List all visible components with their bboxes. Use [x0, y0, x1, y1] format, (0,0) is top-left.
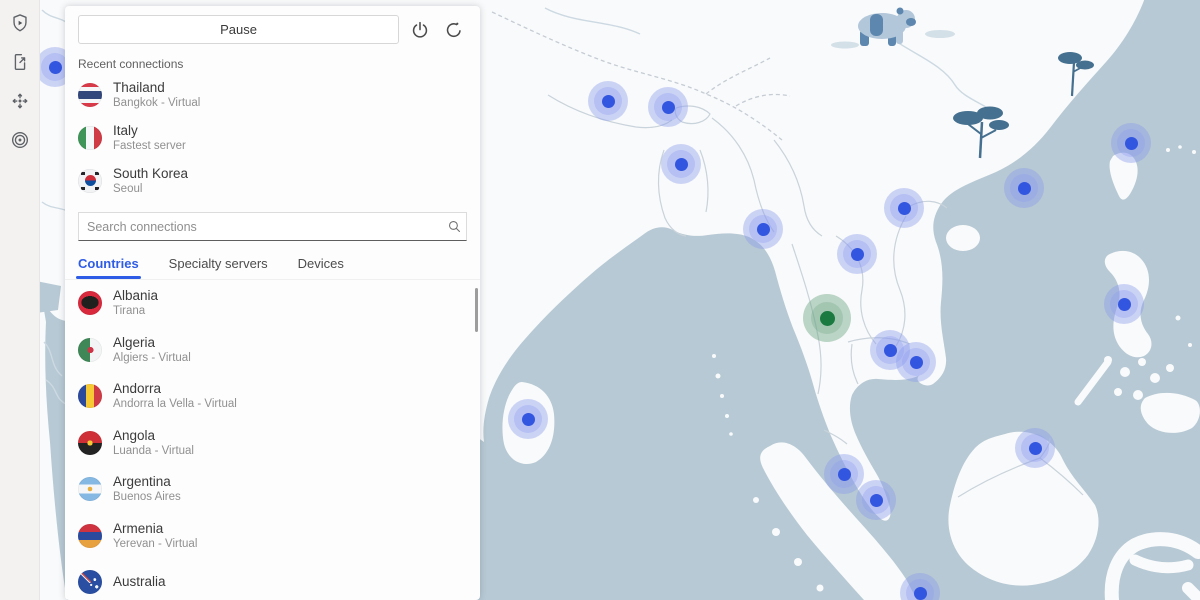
it-flag-icon [78, 126, 102, 150]
marker-dot [820, 311, 835, 326]
search-input[interactable] [79, 220, 442, 234]
al-flag-icon [78, 291, 102, 315]
country-name: Argentina [113, 474, 181, 490]
server-detail: Tirana [113, 304, 158, 318]
country-item-argentina[interactable]: ArgentinaBuenos Aires [65, 466, 480, 513]
country-name: South Korea [113, 166, 188, 182]
marker-dot [914, 587, 927, 600]
trigram-mark [95, 172, 99, 175]
country-item-armenia[interactable]: ArmeniaYerevan - Virtual [65, 513, 480, 560]
scrollbar-thumb[interactable] [475, 288, 478, 332]
country-name: Australia [113, 574, 166, 590]
meshnet-icon[interactable] [5, 86, 35, 116]
server-detail: Yerevan - Virtual [113, 537, 197, 551]
marker-dot [757, 223, 770, 236]
server-detail: Andorra la Vella - Virtual [113, 397, 237, 411]
marker-dot [49, 61, 62, 74]
country-name: Albania [113, 288, 158, 304]
trigram-mark [81, 172, 85, 175]
country-item-angola[interactable]: AngolaLuanda - Virtual [65, 420, 480, 467]
search-icon [442, 218, 466, 235]
pause-button[interactable]: Pause [78, 15, 399, 44]
taegeuk-symbol [85, 175, 96, 186]
country-name: Andorra [113, 381, 237, 397]
marker-dot [662, 101, 675, 114]
th-flag-icon [78, 83, 102, 107]
marker-dot [1118, 298, 1131, 311]
marker-dot [898, 202, 911, 215]
server-detail: Algiers - Virtual [113, 351, 191, 365]
ao-flag-icon [78, 431, 102, 455]
dz-flag-icon [78, 338, 102, 362]
nordvpn-window: Pause Recent connections ThailandBangkok… [0, 0, 1200, 600]
search-box [78, 212, 467, 241]
country-item-albania[interactable]: AlbaniaTirana [65, 280, 480, 327]
marker-dot [675, 158, 688, 171]
vpn-shield-icon[interactable] [5, 8, 35, 38]
marker-dot [522, 413, 535, 426]
server-detail: Seoul [113, 182, 188, 196]
country-name: Algeria [113, 335, 191, 351]
server-detail: Fastest server [113, 139, 186, 153]
refresh-icon[interactable] [441, 17, 467, 43]
ad-flag-icon [78, 384, 102, 408]
country-name: Angola [113, 428, 194, 444]
marker-dot [838, 468, 851, 481]
country-name: Thailand [113, 80, 200, 96]
map-hainan [946, 225, 980, 251]
server-detail: Luanda - Virtual [113, 444, 194, 458]
country-list: AlbaniaTiranaAlgeriaAlgiers - VirtualAnd… [65, 280, 480, 600]
marker-dot [851, 248, 864, 261]
marker-dot [1125, 137, 1138, 150]
marker-dot [602, 95, 615, 108]
trigram-mark [81, 187, 85, 190]
recent-connection-thailand[interactable]: ThailandBangkok - Virtual [65, 73, 480, 116]
panel-top-row: Pause [65, 6, 480, 44]
am-flag-icon [78, 524, 102, 548]
marker-dot [870, 494, 883, 507]
country-item-australia[interactable]: Australia [65, 559, 480, 600]
tab-countries[interactable]: Countries [78, 256, 139, 279]
country-name: Italy [113, 123, 186, 139]
marker-dot [1029, 442, 1042, 455]
file-share-icon[interactable] [5, 47, 35, 77]
server-detail: Bangkok - Virtual [113, 96, 200, 110]
dedicated-ip-icon[interactable] [5, 125, 35, 155]
recent-connections-title: Recent connections [78, 57, 467, 71]
country-item-algeria[interactable]: AlgeriaAlgiers - Virtual [65, 327, 480, 374]
power-icon[interactable] [407, 17, 433, 43]
country-item-andorra[interactable]: AndorraAndorra la Vella - Virtual [65, 373, 480, 420]
tab-specialty-servers[interactable]: Specialty servers [169, 256, 268, 279]
tab-devices[interactable]: Devices [298, 256, 344, 279]
marker-dot [1018, 182, 1031, 195]
server-detail: Buenos Aires [113, 490, 181, 504]
left-icon-rail [0, 0, 40, 600]
marker-dot [884, 344, 897, 357]
marker-dot [910, 356, 923, 369]
trigram-mark [95, 187, 99, 190]
au-flag-icon [78, 570, 102, 594]
connection-panel: Pause Recent connections ThailandBangkok… [65, 6, 480, 600]
ar-flag-icon [78, 477, 102, 501]
recent-connection-italy[interactable]: ItalyFastest server [65, 116, 480, 159]
recent-connections-list: ThailandBangkok - VirtualItalyFastest se… [65, 73, 480, 202]
country-name: Armenia [113, 521, 197, 537]
tab-bar: Countries Specialty servers Devices [65, 241, 480, 280]
recent-connection-south-korea[interactable]: South KoreaSeoul [65, 159, 480, 202]
kr-flag-icon [78, 169, 102, 193]
